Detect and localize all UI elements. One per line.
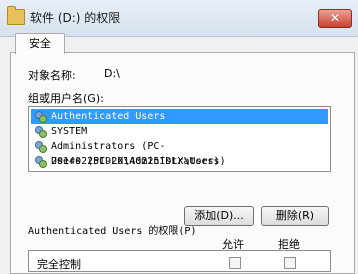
group-user-label: 组或用户名(G): — [28, 92, 104, 105]
allow-checkbox[interactable] — [229, 257, 241, 269]
folder-icon — [7, 6, 25, 25]
list-item[interactable]: Administrators (PC-20140225IDLX\Administ… — [31, 139, 328, 167]
title-bar: 软件 (D:) 的权限 ✕ — [0, 0, 358, 37]
users-icon — [34, 156, 47, 168]
remove-button[interactable]: 删除(R) — [261, 206, 329, 226]
users-icon — [34, 126, 47, 138]
group-user-list[interactable]: Authenticated Users SYSTEM Administrator… — [28, 106, 331, 172]
permissions-label: Authenticated Users 的权限(P) — [28, 226, 197, 237]
list-item[interactable]: SYSTEM — [31, 124, 328, 139]
deny-checkbox[interactable] — [284, 257, 296, 269]
users-icon — [34, 111, 47, 123]
permissions-table: 完全控制 — [28, 250, 331, 272]
permission-row-label: 完全控制 — [37, 258, 81, 271]
object-name-value: D:\ — [104, 67, 120, 80]
list-item[interactable]: Authenticated Users — [31, 109, 328, 124]
object-name-label: 对象名称: — [28, 69, 76, 82]
tab-security[interactable]: 安全 — [15, 33, 65, 54]
window-title: 软件 (D:) 的权限 — [30, 11, 121, 25]
add-button[interactable]: 添加(D)... — [184, 206, 254, 226]
list-item[interactable]: Users (PC-20140225IDLX\Users) — [31, 154, 328, 169]
users-icon — [34, 141, 47, 153]
close-button[interactable]: ✕ — [318, 9, 352, 28]
